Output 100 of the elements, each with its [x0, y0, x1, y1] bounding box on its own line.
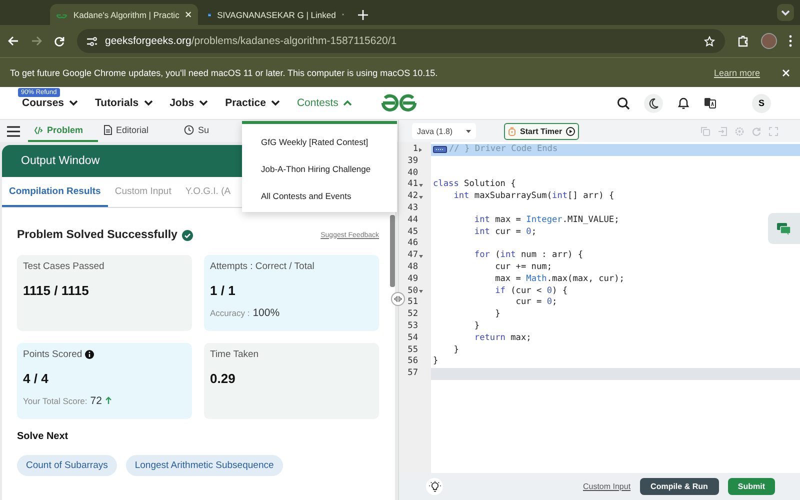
reload-icon[interactable] [54, 36, 65, 46]
dropdown-item[interactable]: Job-A-Thon Hiring Challenge [261, 164, 397, 174]
feedback-button[interactable] [768, 213, 800, 244]
fold-arrow-icon[interactable] [419, 254, 423, 258]
translate-icon[interactable] [704, 97, 716, 109]
address-bar[interactable]: geeksforgeeks.org/problems/kadanes-algorithm-1587115620/1 [77, 29, 725, 53]
custom-input-link[interactable]: Custom Input [582, 482, 631, 491]
nav-menu-item[interactable]: Courses [22, 97, 78, 109]
new-tab-icon[interactable] [358, 10, 368, 20]
panel-tab[interactable]: Problem [28, 120, 98, 142]
line-number: 47 [408, 250, 418, 262]
code-line: int maxSubarraySum(int[] arr) { [452, 191, 614, 203]
close-icon[interactable] [185, 11, 192, 18]
code-line: max = Math.max(max, cur); [494, 274, 624, 286]
code-line: } [433, 356, 438, 368]
problem-chip[interactable]: Longest Arithmetic Subsequence [126, 455, 283, 476]
line-number: 44 [408, 214, 418, 227]
code-line: int cur = 0; [473, 226, 537, 238]
code-line: cur = 0; [514, 297, 558, 310]
scrollbar[interactable] [390, 215, 395, 287]
moon-icon [648, 98, 659, 108]
stat-value: 1 / 1 [210, 283, 236, 298]
folded-code-icon[interactable] [433, 146, 447, 154]
line-number: 46 [408, 238, 418, 250]
line-number: 45 [408, 226, 418, 238]
tab-search-button[interactable] [777, 4, 794, 21]
nav-menu-item[interactable]: Tutorials [95, 97, 153, 109]
stat-value: 4 / 4 [23, 371, 50, 386]
browser-tab[interactable]: Kadane's Algorithm | Practic [50, 4, 198, 25]
line-number: 43 [408, 202, 418, 215]
language-select[interactable]: Java (1.8) [412, 123, 476, 139]
line-number: 54 [408, 332, 418, 345]
check-circle-icon [182, 230, 194, 240]
caret-icon [466, 130, 471, 132]
fold-arrow-icon[interactable] [419, 148, 422, 152]
section-heading: Solve Next [17, 431, 70, 442]
line-number: 53 [408, 320, 418, 333]
stat-note-label: Accuracy : [210, 308, 250, 318]
nav-menu-item[interactable]: Jobs [170, 97, 208, 109]
fold-arrow-icon[interactable] [419, 196, 423, 199]
user-avatar[interactable]: S [752, 94, 771, 112]
menu-icon[interactable] [789, 35, 792, 47]
line-number: 42 [408, 191, 418, 203]
nav-menu-item[interactable]: Contests [296, 97, 352, 109]
stat-note-value: 72 [90, 395, 102, 407]
browser-tab[interactable]: SIVAGNANASEKAR G | Linked [202, 4, 350, 25]
dropdown-item[interactable]: GfG Weekly [Rated Contest] [261, 136, 397, 147]
play-circle-icon [566, 126, 576, 136]
search-icon[interactable] [617, 96, 630, 110]
learn-more-link[interactable]: Learn more [714, 68, 760, 78]
problem-chip[interactable]: Count of Subarrays [17, 455, 117, 476]
menu-icon[interactable] [7, 126, 20, 136]
chevron-down-icon [144, 100, 153, 106]
chevron-down-icon [69, 100, 78, 106]
dark-mode-button[interactable] [644, 94, 663, 112]
bookmark-star-icon[interactable] [704, 36, 715, 46]
line-number: 51 [408, 297, 418, 310]
output-tab[interactable]: Compilation Results [2, 177, 108, 207]
info-icon[interactable] [85, 350, 94, 359]
code-line: for (int num : arr) { [473, 250, 584, 262]
panel-tab[interactable]: Su [178, 120, 210, 142]
line-number: 39 [408, 156, 418, 168]
start-timer-button[interactable]: Start Timer [504, 122, 580, 140]
url-text: geeksforgeeks.org/problems/kadanes-algorithm-1587115620/1 [105, 35, 398, 47]
chat-icon [777, 222, 791, 234]
profile-avatar[interactable] [761, 33, 777, 49]
dropdown-item[interactable]: All Contests and Events [261, 191, 397, 202]
panel-tab[interactable]: Editorial [98, 120, 178, 142]
code-line: return max; [473, 332, 532, 345]
update-message: To get future Google Chrome updates, you'll need macOS 11 or later. This computer is using macOS 10.15. [10, 68, 439, 78]
fold-arrow-icon[interactable] [419, 290, 423, 293]
line-number: 48 [408, 262, 418, 274]
code-line: class Solution { [433, 179, 516, 192]
code-line: int max = Integer.MIN_VALUE; [473, 214, 620, 227]
site-logo[interactable] [380, 94, 418, 112]
line-number: 50 [408, 286, 418, 298]
back-icon[interactable] [8, 36, 19, 46]
chevron-up-icon [343, 100, 352, 106]
stat-value: 1115 / 1115 [23, 283, 90, 298]
forward-icon[interactable] [31, 36, 42, 46]
stat-value: 0.29 [210, 371, 236, 386]
timer-icon [508, 126, 516, 136]
extensions-icon[interactable] [737, 35, 749, 47]
line-number: 49 [408, 274, 418, 286]
code-line: if (cur < 0) { [494, 286, 568, 298]
line-number: 52 [408, 309, 418, 321]
nav-menu-item[interactable]: Practice [225, 97, 280, 109]
compile-run-button[interactable]: Compile & Run [640, 478, 719, 495]
chevron-down-icon [270, 100, 280, 106]
line-number: 40 [408, 168, 418, 180]
fold-arrow-icon[interactable] [419, 184, 423, 187]
document-icon [104, 125, 112, 135]
line-number: 1 [412, 144, 418, 156]
hint-button[interactable] [426, 478, 443, 495]
submit-button[interactable]: Submit [728, 478, 775, 495]
lightbulb-icon [428, 480, 440, 492]
bell-icon[interactable] [677, 96, 690, 110]
chevron-down-icon [199, 100, 208, 106]
code-line: } [494, 309, 500, 321]
code-line: cur += num; [494, 262, 552, 274]
